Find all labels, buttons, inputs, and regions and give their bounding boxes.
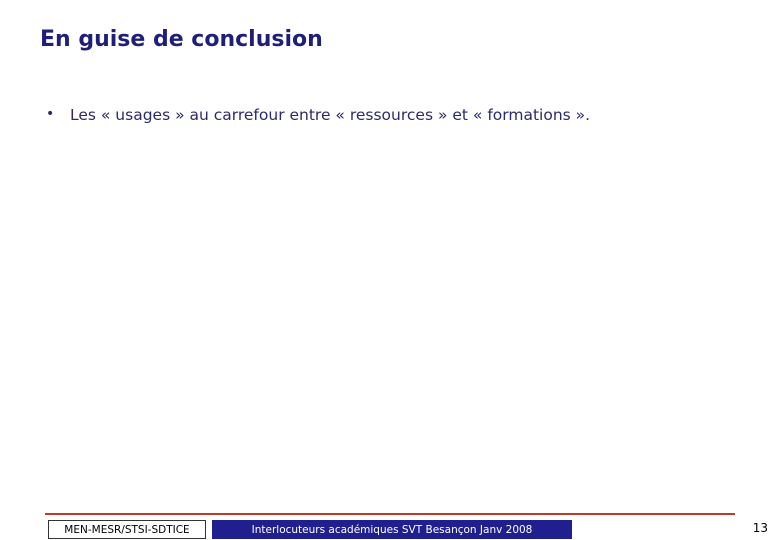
footer-organization-label: MEN-MESR/STSI-SDTICE xyxy=(64,523,190,536)
list-item: • Les « usages » au carrefour entre « re… xyxy=(40,105,740,127)
footer-event-box: Interlocuteurs académiques SVT Besançon … xyxy=(212,520,572,539)
footer-organization-box: MEN-MESR/STSI-SDTICE xyxy=(48,520,206,539)
bullet-list: • Les « usages » au carrefour entre « re… xyxy=(40,105,740,127)
list-item-text: Les « usages » au carrefour entre « ress… xyxy=(70,106,591,124)
page-title: En guise de conclusion xyxy=(40,27,323,52)
footer-event-label: Interlocuteurs académiques SVT Besançon … xyxy=(251,523,533,536)
bullet-point-icon: • xyxy=(46,106,55,122)
slide-footer: MEN-MESR/STSI-SDTICE Interlocuteurs acad… xyxy=(0,513,780,540)
page-number: 13 xyxy=(752,521,768,535)
footer-divider xyxy=(45,513,735,515)
slide: En guise de conclusion • Les « usages » … xyxy=(0,0,780,540)
